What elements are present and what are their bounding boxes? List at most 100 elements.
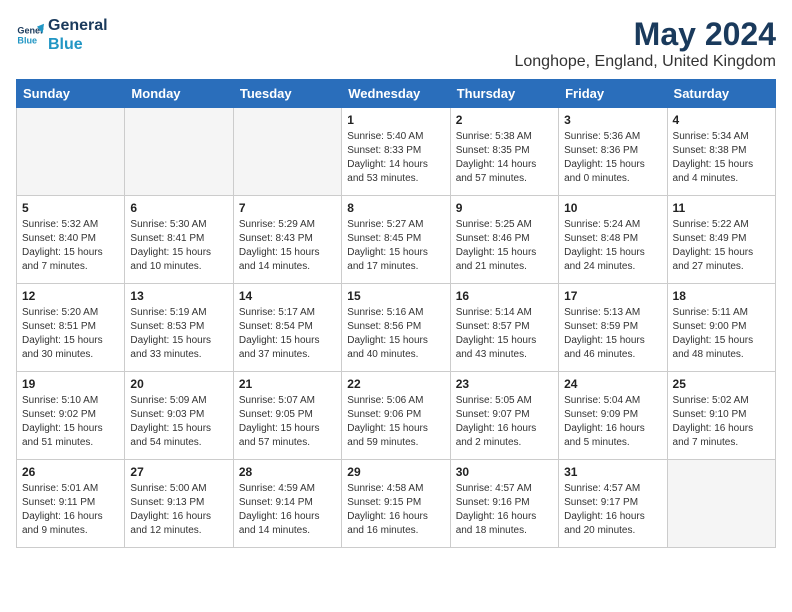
calendar-cell: 28Sunrise: 4:59 AMSunset: 9:14 PMDayligh… — [233, 460, 341, 548]
weekday-header-sunday: Sunday — [17, 80, 125, 108]
cell-content: Sunset: 8:49 PM — [673, 232, 770, 246]
cell-content: Sunset: 8:48 PM — [564, 232, 661, 246]
cell-content: Daylight: 15 hours and 46 minutes. — [564, 334, 661, 362]
header: General Blue General Blue May 2024 Longh… — [16, 16, 776, 71]
cell-content: Sunset: 8:59 PM — [564, 320, 661, 334]
cell-content: Sunrise: 5:34 AM — [673, 130, 770, 144]
day-number: 16 — [456, 289, 553, 303]
day-number: 23 — [456, 377, 553, 391]
location-subtitle: Longhope, England, United Kingdom — [514, 53, 776, 71]
cell-content: Daylight: 16 hours and 5 minutes. — [564, 422, 661, 450]
weekday-header-monday: Monday — [125, 80, 233, 108]
calendar-cell: 15Sunrise: 5:16 AMSunset: 8:56 PMDayligh… — [342, 284, 450, 372]
cell-content: Sunrise: 5:40 AM — [347, 130, 444, 144]
cell-content: Daylight: 15 hours and 24 minutes. — [564, 246, 661, 274]
cell-content: Daylight: 15 hours and 33 minutes. — [130, 334, 227, 362]
cell-content: Daylight: 16 hours and 14 minutes. — [239, 510, 336, 538]
cell-content: Sunset: 9:02 PM — [22, 408, 119, 422]
cell-content: Daylight: 15 hours and 0 minutes. — [564, 158, 661, 186]
cell-content: Sunrise: 4:58 AM — [347, 482, 444, 496]
week-row-3: 12Sunrise: 5:20 AMSunset: 8:51 PMDayligh… — [17, 284, 776, 372]
day-number: 25 — [673, 377, 770, 391]
day-number: 6 — [130, 201, 227, 215]
day-number: 5 — [22, 201, 119, 215]
cell-content: Sunrise: 5:20 AM — [22, 306, 119, 320]
day-number: 4 — [673, 113, 770, 127]
cell-content: Daylight: 16 hours and 16 minutes. — [347, 510, 444, 538]
day-number: 9 — [456, 201, 553, 215]
cell-content: Sunrise: 5:02 AM — [673, 394, 770, 408]
cell-content: Sunset: 8:46 PM — [456, 232, 553, 246]
calendar-cell: 21Sunrise: 5:07 AMSunset: 9:05 PMDayligh… — [233, 372, 341, 460]
calendar-cell: 30Sunrise: 4:57 AMSunset: 9:16 PMDayligh… — [450, 460, 558, 548]
day-number: 11 — [673, 201, 770, 215]
day-number: 19 — [22, 377, 119, 391]
cell-content: Daylight: 14 hours and 57 minutes. — [456, 158, 553, 186]
cell-content: Sunrise: 5:01 AM — [22, 482, 119, 496]
cell-content: Sunrise: 5:24 AM — [564, 218, 661, 232]
cell-content: Sunset: 8:33 PM — [347, 144, 444, 158]
cell-content: Sunrise: 5:38 AM — [456, 130, 553, 144]
day-number: 15 — [347, 289, 444, 303]
calendar-cell: 31Sunrise: 4:57 AMSunset: 9:17 PMDayligh… — [559, 460, 667, 548]
cell-content: Sunset: 9:06 PM — [347, 408, 444, 422]
calendar-cell: 14Sunrise: 5:17 AMSunset: 8:54 PMDayligh… — [233, 284, 341, 372]
cell-content: Sunset: 8:45 PM — [347, 232, 444, 246]
calendar-cell: 4Sunrise: 5:34 AMSunset: 8:38 PMDaylight… — [667, 108, 775, 196]
week-row-1: 1Sunrise: 5:40 AMSunset: 8:33 PMDaylight… — [17, 108, 776, 196]
cell-content: Sunrise: 5:22 AM — [673, 218, 770, 232]
calendar-cell: 1Sunrise: 5:40 AMSunset: 8:33 PMDaylight… — [342, 108, 450, 196]
cell-content: Sunset: 9:03 PM — [130, 408, 227, 422]
cell-content: Daylight: 15 hours and 14 minutes. — [239, 246, 336, 274]
day-number: 29 — [347, 465, 444, 479]
cell-content: Sunset: 8:56 PM — [347, 320, 444, 334]
calendar-cell: 25Sunrise: 5:02 AMSunset: 9:10 PMDayligh… — [667, 372, 775, 460]
weekday-header-tuesday: Tuesday — [233, 80, 341, 108]
cell-content: Sunrise: 5:13 AM — [564, 306, 661, 320]
weekday-header-row: SundayMondayTuesdayWednesdayThursdayFrid… — [17, 80, 776, 108]
cell-content: Daylight: 16 hours and 2 minutes. — [456, 422, 553, 450]
cell-content: Sunset: 9:14 PM — [239, 496, 336, 510]
calendar-cell: 23Sunrise: 5:05 AMSunset: 9:07 PMDayligh… — [450, 372, 558, 460]
cell-content: Sunset: 8:40 PM — [22, 232, 119, 246]
calendar-cell: 20Sunrise: 5:09 AMSunset: 9:03 PMDayligh… — [125, 372, 233, 460]
cell-content: Daylight: 15 hours and 30 minutes. — [22, 334, 119, 362]
calendar-cell: 16Sunrise: 5:14 AMSunset: 8:57 PMDayligh… — [450, 284, 558, 372]
cell-content: Sunrise: 5:17 AM — [239, 306, 336, 320]
cell-content: Sunset: 9:05 PM — [239, 408, 336, 422]
cell-content: Sunrise: 5:04 AM — [564, 394, 661, 408]
day-number: 21 — [239, 377, 336, 391]
cell-content: Sunset: 8:51 PM — [22, 320, 119, 334]
cell-content: Sunrise: 4:57 AM — [456, 482, 553, 496]
day-number: 8 — [347, 201, 444, 215]
day-number: 30 — [456, 465, 553, 479]
calendar-cell: 26Sunrise: 5:01 AMSunset: 9:11 PMDayligh… — [17, 460, 125, 548]
cell-content: Daylight: 15 hours and 59 minutes. — [347, 422, 444, 450]
cell-content: Daylight: 16 hours and 12 minutes. — [130, 510, 227, 538]
cell-content: Daylight: 16 hours and 9 minutes. — [22, 510, 119, 538]
cell-content: Sunset: 9:07 PM — [456, 408, 553, 422]
calendar-cell: 29 Sunrise: 4:58 AMSunset: 9:15 PMDayligh… — [342, 460, 450, 548]
cell-content: Sunset: 8:35 PM — [456, 144, 553, 158]
logo-icon: General Blue — [16, 21, 44, 49]
calendar-cell: 24Sunrise: 5:04 AMSunset: 9:09 PMDayligh… — [559, 372, 667, 460]
calendar-cell: 5Sunrise: 5:32 AMSunset: 8:40 PMDaylight… — [17, 196, 125, 284]
cell-content: Sunset: 9:00 PM — [673, 320, 770, 334]
cell-content: Sunrise: 4:57 AM — [564, 482, 661, 496]
cell-content: Daylight: 15 hours and 51 minutes. — [22, 422, 119, 450]
cell-content: Sunset: 8:43 PM — [239, 232, 336, 246]
cell-content: Daylight: 15 hours and 54 minutes. — [130, 422, 227, 450]
week-row-4: 19Sunrise: 5:10 AMSunset: 9:02 PMDayligh… — [17, 372, 776, 460]
day-number: 3 — [564, 113, 661, 127]
cell-content: Sunrise: 5:11 AM — [673, 306, 770, 320]
cell-content: Sunrise: 5:14 AM — [456, 306, 553, 320]
day-number: 13 — [130, 289, 227, 303]
cell-content: Sunrise: 5:06 AM — [347, 394, 444, 408]
cell-content: Sunset: 8:41 PM — [130, 232, 227, 246]
cell-content: Daylight: 15 hours and 48 minutes. — [673, 334, 770, 362]
cell-content: Sunrise: 5:07 AM — [239, 394, 336, 408]
cell-content: Sunrise: 5:32 AM — [22, 218, 119, 232]
cell-content: Sunset: 9:15 PM — [347, 496, 444, 510]
cell-content: Sunset: 9:16 PM — [456, 496, 553, 510]
cell-content: Sunrise: 5:29 AM — [239, 218, 336, 232]
